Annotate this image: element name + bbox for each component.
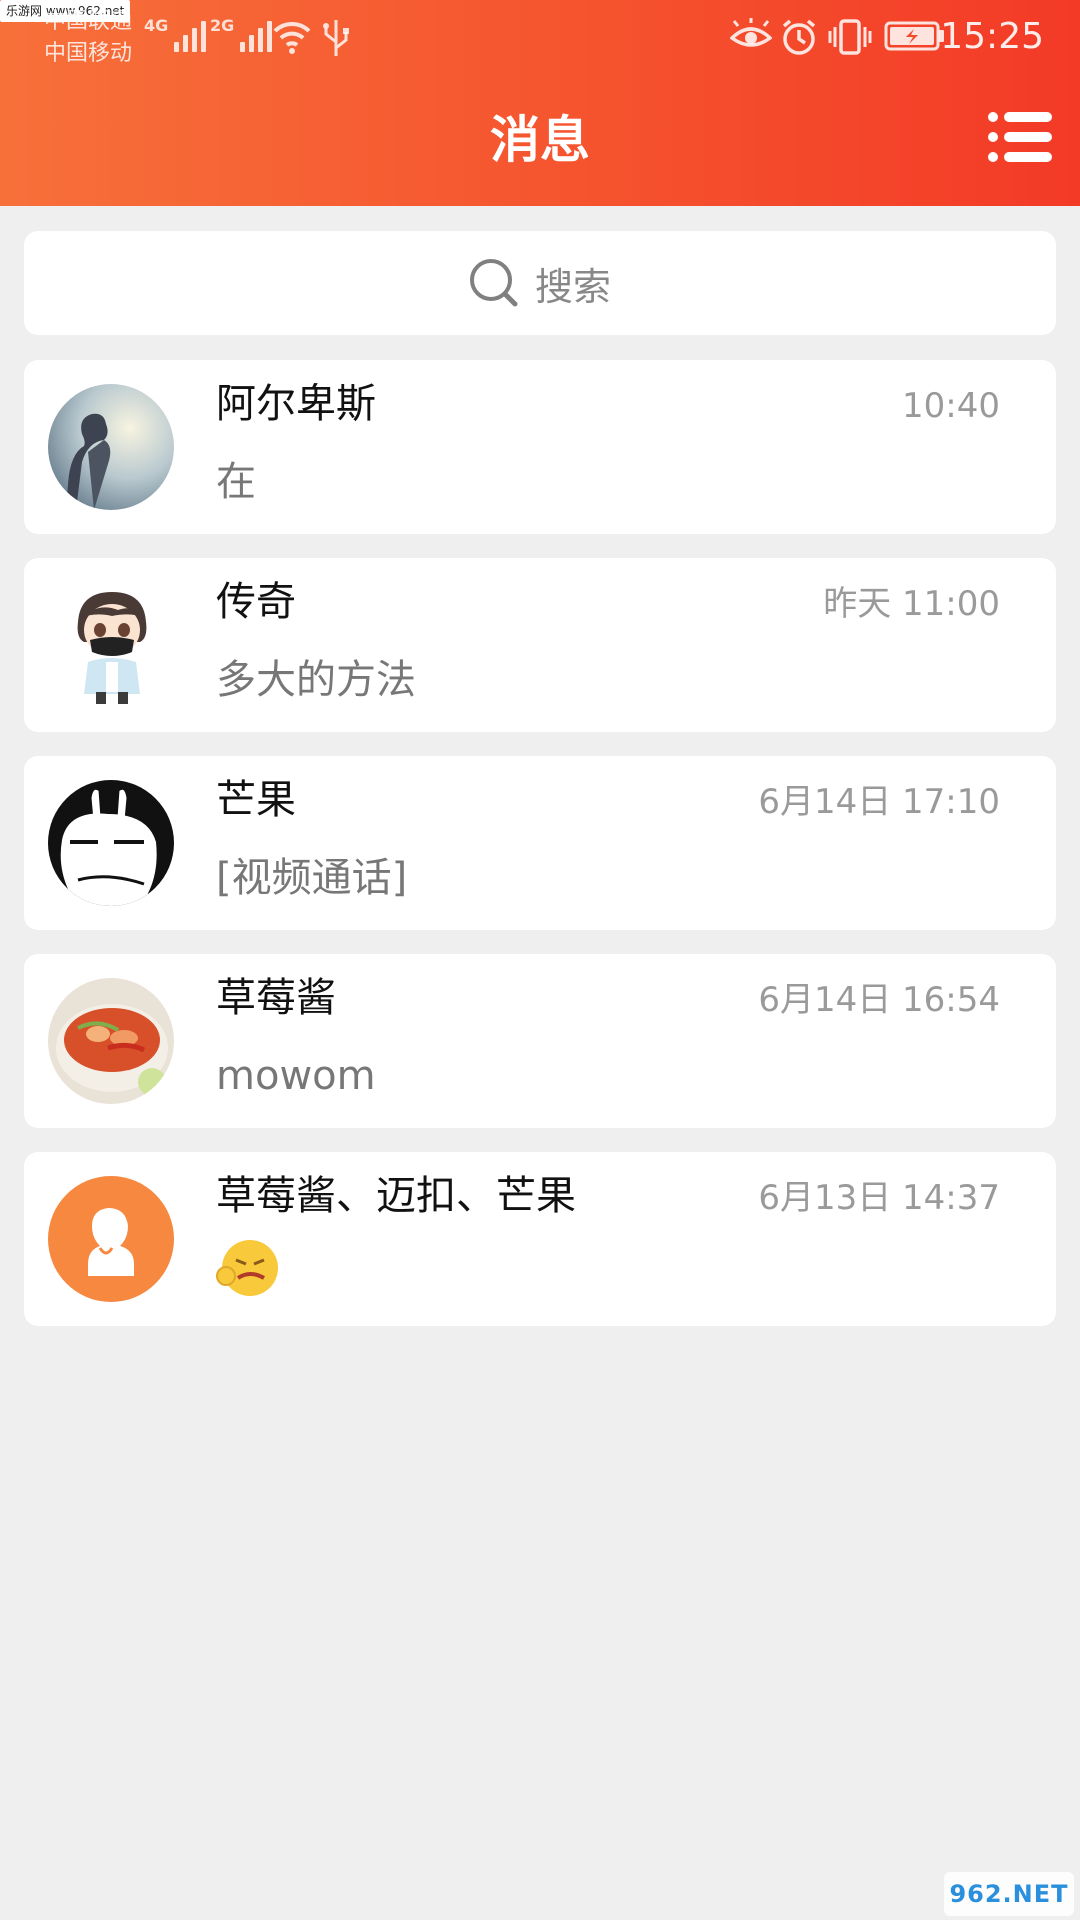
anime-avatar [48,582,174,708]
conversation-item[interactable]: 传奇 昨天 11:00 多大的方法 [24,558,1056,732]
message-time: 6月14日 17:10 [758,782,1000,822]
search-bar[interactable]: 搜索 [24,231,1056,335]
conversation-item[interactable]: 草莓酱 6月14日 16:54 mowom [24,954,1056,1128]
message-preview: 在 [216,459,256,505]
page-title: 消息 [490,111,590,169]
grimace-emoji-icon [216,1240,278,1296]
app-header: 乐游网 www.962.net 中国联通 中国移动 4G 2G 15:25 消息 [0,0,1080,206]
signal-4g-icon: 4G [144,16,207,52]
search-icon [469,259,518,307]
watermark-logo: 962.NET [944,1872,1074,1916]
food-avatar [48,978,174,1104]
group-name: 草莓酱、迈扣、芒果 [216,1173,576,1219]
eye-comfort-icon [730,18,772,47]
contact-name: 传奇 [216,579,296,625]
conversation-item[interactable]: 草莓酱、迈扣、芒果 6月13日 14:37 [24,1152,1056,1326]
usb-icon [323,20,349,56]
menu-icon[interactable] [988,110,1054,166]
vibrate-icon [828,19,872,55]
status-time: 15:25 [940,16,1044,57]
message-preview: 多大的方法 [216,657,416,703]
battery-charging-icon [884,21,944,51]
contact-name: 草莓酱 [216,975,336,1021]
message-time: 6月13日 14:37 [758,1178,1000,1218]
wifi-icon [273,21,311,54]
photo-avatar [48,384,174,510]
contact-name: 芒果 [216,777,296,823]
message-time: 10:40 [902,386,1000,426]
message-time: 6月14日 16:54 [758,980,1000,1020]
rabbit-avatar [48,780,174,906]
message-preview: mowom [216,1053,376,1099]
conversation-item[interactable]: 阿尔卑斯 10:40 在 [24,360,1056,534]
message-preview: [视频通话] [216,855,408,901]
conversation-item[interactable]: 芒果 6月14日 17:10 [视频通话] [24,756,1056,930]
contact-name: 阿尔卑斯 [216,381,376,427]
signal-2g-icon: 2G [210,16,273,52]
group-avatar [48,1176,174,1302]
message-time: 昨天 11:00 [823,584,1000,624]
search-placeholder: 搜索 [534,264,611,309]
alarm-icon [782,19,816,55]
